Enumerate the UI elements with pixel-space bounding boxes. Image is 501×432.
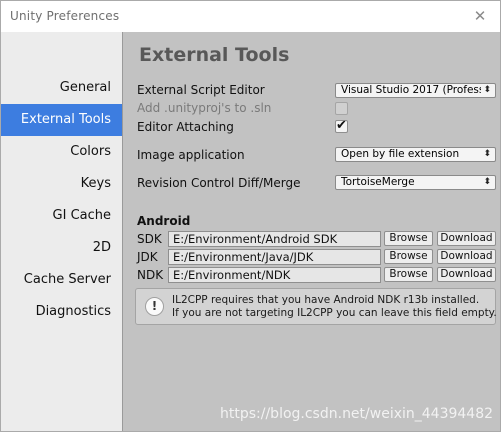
editor-attaching-label: Editor Attaching	[137, 120, 234, 134]
ndk-path-field[interactable]: E:/Environment/NDK	[168, 267, 381, 283]
external-tools-panel: External Tools External Script Editor Vi…	[123, 32, 500, 431]
il2cpp-info-box: ! IL2CPP requires that you have Android …	[135, 288, 497, 325]
sidebar-item-general[interactable]: General	[1, 72, 122, 104]
sidebar-item-diagnostics[interactable]: Diagnostics	[1, 296, 122, 328]
sdk-download-button[interactable]: Download	[437, 231, 496, 246]
sidebar-item-gi-cache[interactable]: GI Cache	[1, 200, 122, 232]
info-line-2: If you are not targeting IL2CPP you can …	[172, 307, 497, 319]
page-title: External Tools	[139, 44, 290, 66]
jdk-download-button[interactable]: Download	[437, 249, 496, 264]
image-application-value: Open by file extension	[341, 148, 460, 160]
info-icon: !	[145, 297, 164, 316]
revision-control-value: TortoiseMerge	[341, 176, 415, 188]
android-section-title: Android	[137, 214, 191, 228]
external-script-editor-dropdown[interactable]: Visual Studio 2017 (Profess ⬍	[335, 83, 496, 98]
image-application-dropdown[interactable]: Open by file extension ⬍	[335, 147, 496, 162]
watermark: https://blog.csdn.net/weixin_44394482	[220, 406, 494, 422]
dropdown-arrow-icon: ⬍	[483, 149, 491, 159]
sidebar-item-external-tools[interactable]: External Tools	[1, 104, 122, 136]
close-icon[interactable]: ✕	[472, 8, 488, 24]
sidebar-item-cache-server[interactable]: Cache Server	[1, 264, 122, 296]
ndk-label: NDK	[137, 268, 164, 282]
revision-control-label: Revision Control Diff/Merge	[137, 176, 301, 190]
window-title: Unity Preferences	[10, 9, 120, 23]
sdk-label: SDK	[137, 232, 162, 246]
check-icon: ✔	[336, 118, 347, 133]
ndk-browse-button[interactable]: Browse	[384, 267, 433, 282]
sdk-browse-button[interactable]: Browse	[384, 231, 433, 246]
add-unityproj-label: Add .unityproj's to .sln	[137, 101, 272, 115]
external-script-editor-label: External Script Editor	[137, 83, 265, 97]
revision-control-dropdown[interactable]: TortoiseMerge ⬍	[335, 175, 496, 190]
jdk-path-field[interactable]: E:/Environment/Java/JDK	[168, 249, 381, 265]
jdk-browse-button[interactable]: Browse	[384, 249, 433, 264]
title-bar: Unity Preferences ✕	[1, 1, 500, 32]
dropdown-arrow-icon: ⬍	[483, 85, 491, 95]
ndk-download-button[interactable]: Download	[437, 267, 496, 282]
image-application-label: Image application	[137, 148, 245, 162]
sidebar: General External Tools Colors Keys GI Ca…	[1, 32, 123, 431]
info-line-1: IL2CPP requires that you have Android ND…	[172, 294, 480, 306]
sidebar-item-2d[interactable]: 2D	[1, 232, 122, 264]
jdk-label: JDK	[137, 250, 158, 264]
preferences-window: Unity Preferences ✕ General External Too…	[0, 0, 501, 432]
add-unityproj-checkbox[interactable]	[335, 102, 348, 115]
sdk-path-field[interactable]: E:/Environment/Android SDK	[168, 231, 381, 247]
sidebar-item-colors[interactable]: Colors	[1, 136, 122, 168]
external-script-editor-value: Visual Studio 2017 (Profess	[341, 84, 481, 96]
sidebar-item-keys[interactable]: Keys	[1, 168, 122, 200]
editor-attaching-checkbox[interactable]: ✔	[335, 118, 348, 133]
dropdown-arrow-icon: ⬍	[483, 177, 491, 187]
